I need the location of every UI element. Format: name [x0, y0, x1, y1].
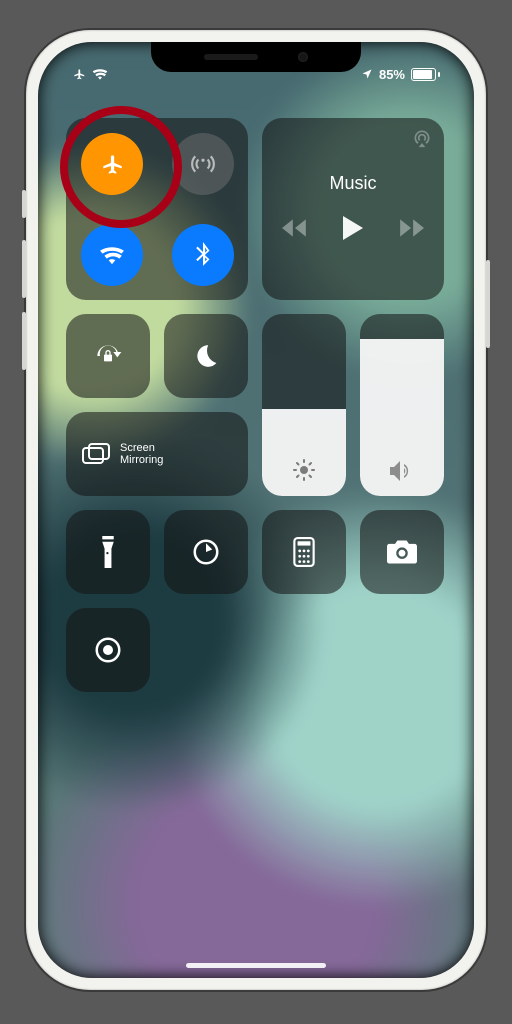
control-center: Music: [66, 118, 446, 706]
volume-down-button: [22, 312, 26, 370]
screen-mirroring-label-1: Screen: [120, 442, 163, 454]
record-icon: [93, 635, 123, 665]
airplane-icon: [99, 151, 125, 177]
bluetooth-icon: [195, 242, 211, 268]
camera-button[interactable]: [360, 510, 444, 594]
volume-up-button: [22, 240, 26, 298]
timer-button[interactable]: [164, 510, 248, 594]
battery-percent: 85%: [379, 67, 405, 82]
screen-record-button[interactable]: [66, 608, 150, 692]
phone-bezel: 85%: [38, 42, 474, 978]
screen-mirroring-label-2: Mirroring: [120, 454, 163, 466]
screen-mirroring-button[interactable]: Screen Mirroring: [66, 412, 248, 496]
brightness-slider[interactable]: [262, 314, 346, 496]
now-playing-tile[interactable]: Music: [262, 118, 444, 300]
timer-icon: [191, 537, 221, 567]
airplane-icon: [72, 67, 86, 81]
flashlight-icon: [100, 536, 116, 568]
location-icon: [361, 68, 373, 80]
antenna-icon: [190, 151, 216, 177]
speaker-icon: [389, 460, 415, 482]
sun-icon: [292, 458, 316, 482]
music-title: Music: [329, 173, 376, 194]
cellular-data-toggle[interactable]: [172, 133, 234, 195]
wifi-icon: [92, 68, 108, 80]
status-bar: 85%: [38, 64, 474, 84]
screen-mirroring-icon: [82, 443, 110, 465]
rewind-button[interactable]: [282, 219, 308, 242]
orientation-lock-toggle[interactable]: [66, 314, 150, 398]
connectivity-group[interactable]: [66, 118, 248, 300]
play-button[interactable]: [342, 216, 364, 245]
forward-button[interactable]: [398, 219, 424, 242]
bluetooth-toggle[interactable]: [172, 224, 234, 286]
flashlight-button[interactable]: [66, 510, 150, 594]
side-button: [486, 260, 490, 348]
airplane-mode-toggle[interactable]: [81, 133, 143, 195]
iphone-frame: 85%: [26, 30, 486, 990]
lock-rotation-icon: [92, 340, 124, 372]
wifi-toggle[interactable]: [81, 224, 143, 286]
calculator-button[interactable]: [262, 510, 346, 594]
do-not-disturb-toggle[interactable]: [164, 314, 248, 398]
wifi-icon: [99, 245, 125, 265]
moon-icon: [193, 343, 219, 369]
home-indicator[interactable]: [186, 963, 326, 968]
volume-slider[interactable]: [360, 314, 444, 496]
calculator-icon: [293, 537, 315, 567]
mute-switch: [22, 190, 26, 218]
battery-icon: [411, 68, 440, 81]
airplay-icon[interactable]: [412, 128, 432, 153]
camera-icon: [387, 540, 417, 564]
